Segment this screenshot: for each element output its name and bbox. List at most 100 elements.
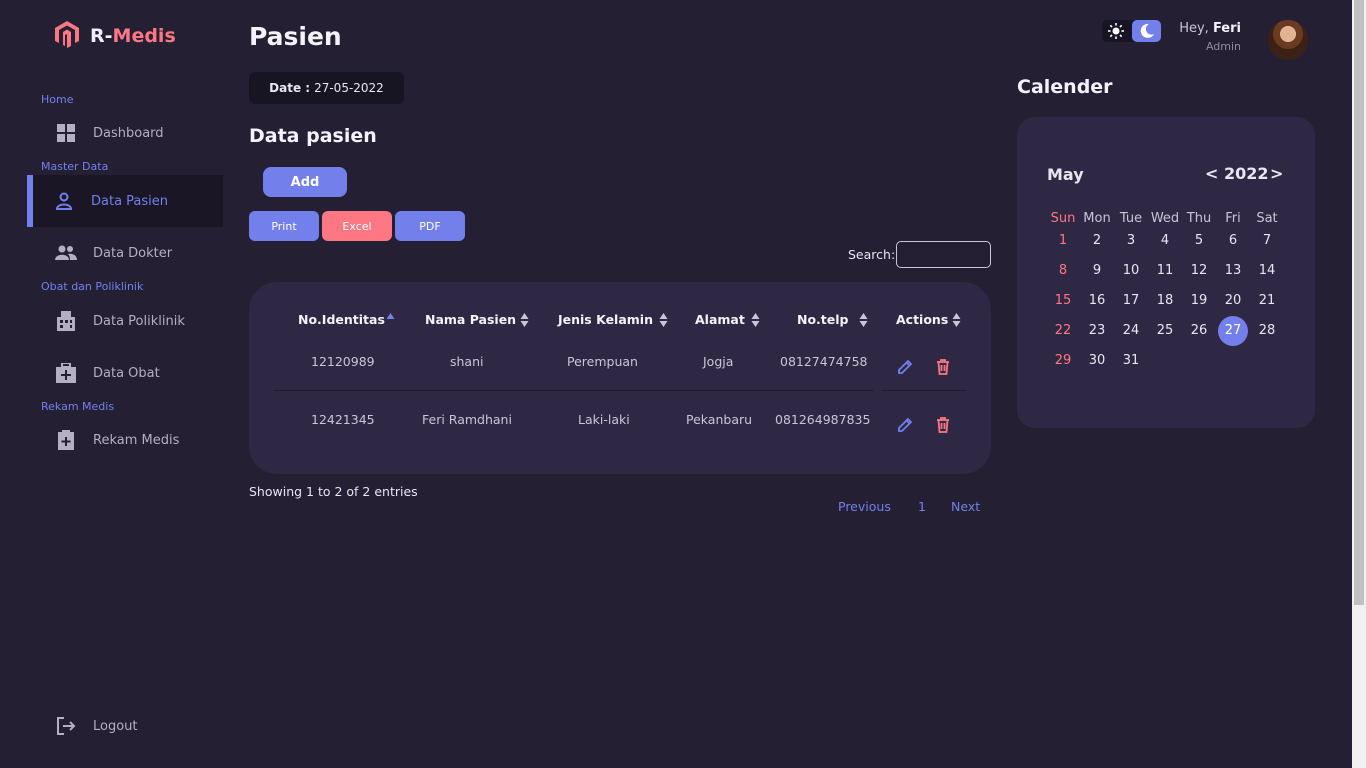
date-label: Date : — [269, 81, 311, 95]
calendar-day[interactable]: 31 — [1114, 346, 1148, 376]
calendar-day[interactable]: 22 — [1046, 316, 1080, 346]
edit-icon[interactable] — [896, 416, 914, 434]
calendar-day[interactable]: 18 — [1148, 286, 1182, 316]
sidebar-item-data-dokter[interactable]: Data Dokter — [27, 227, 223, 279]
sidebar-item-data-poliklinik[interactable]: Data Poliklinik — [27, 295, 223, 347]
moon-icon[interactable] — [1132, 20, 1161, 42]
calendar-day[interactable]: 16 — [1080, 286, 1114, 316]
brand-name: R-Medis — [90, 25, 176, 47]
sidebar-section-master: Master Data — [41, 160, 109, 173]
sidebar-item-label: Data Poliklinik — [93, 313, 185, 329]
person-icon — [53, 190, 75, 212]
calendar-day[interactable]: 14 — [1250, 256, 1284, 286]
sidebar-section-home: Home — [41, 93, 74, 106]
column-header-jenis-kelamin[interactable]: Jenis Kelamin — [558, 312, 653, 327]
calendar-month: May — [1047, 165, 1084, 184]
print-button[interactable]: Print — [249, 211, 319, 241]
calendar-day[interactable]: 4 — [1148, 226, 1182, 256]
calendar-day[interactable]: 25 — [1148, 316, 1182, 346]
sidebar-item-label: Data Obat — [93, 365, 160, 381]
row-divider — [882, 390, 966, 391]
building-icon — [55, 310, 77, 332]
medkit-icon — [55, 362, 77, 384]
scrollbar[interactable] — [1352, 0, 1366, 768]
calendar-day[interactable]: 11 — [1148, 256, 1182, 286]
excel-button[interactable]: Excel — [322, 211, 392, 241]
calendar-day[interactable]: 1 — [1046, 226, 1080, 256]
sidebar-item-data-obat[interactable]: Data Obat — [27, 347, 223, 399]
theme-toggle[interactable] — [1102, 20, 1161, 42]
calendar-prev-button[interactable]: < — [1205, 164, 1218, 183]
pdf-button[interactable]: PDF — [395, 211, 465, 241]
sort-icon[interactable] — [952, 312, 961, 328]
app-logo[interactable]: R-Medis — [54, 20, 176, 52]
medical-record-icon — [55, 429, 77, 451]
calendar-weekday: Sat — [1256, 211, 1278, 226]
calendar-day-today[interactable]: 27 — [1218, 316, 1248, 346]
calendar-day[interactable]: 8 — [1046, 256, 1080, 286]
cell-no-identitas: 12120989 — [311, 354, 375, 369]
section-title: Data pasien — [249, 125, 377, 147]
sort-asc-icon[interactable] — [386, 312, 395, 328]
scrollbar-thumb[interactable] — [1354, 0, 1364, 605]
calendar-next-button[interactable]: > — [1270, 164, 1283, 183]
search-input[interactable] — [896, 241, 991, 268]
calendar-year: 2022 — [1224, 164, 1269, 183]
calendar-day[interactable]: 29 — [1046, 346, 1080, 376]
add-button[interactable]: Add — [263, 167, 347, 197]
avatar[interactable] — [1268, 20, 1308, 60]
calendar-day[interactable]: 28 — [1250, 316, 1284, 346]
user-name: Feri — [1212, 21, 1241, 36]
pagination-next[interactable]: Next — [951, 499, 980, 514]
sort-icon[interactable] — [520, 312, 529, 328]
calendar-weekday: Wed — [1150, 211, 1180, 226]
cell-alamat: Pekanbaru — [686, 412, 753, 427]
pagination-previous[interactable]: Previous — [838, 499, 891, 514]
edit-icon[interactable] — [896, 358, 914, 376]
calendar-day[interactable]: 30 — [1080, 346, 1114, 376]
calendar-day[interactable]: 3 — [1114, 226, 1148, 256]
column-header-nama-pasien[interactable]: Nama Pasien — [425, 312, 516, 327]
sidebar: R-Medis Home Dashboard Master Data Data … — [0, 0, 232, 768]
column-header-actions[interactable]: Actions — [896, 312, 948, 327]
sidebar-item-rekam-medis[interactable]: Rekam Medis — [27, 414, 223, 466]
delete-icon[interactable] — [934, 358, 952, 376]
sidebar-item-data-pasien[interactable]: Data Pasien — [27, 175, 223, 227]
logout-button[interactable]: Logout — [27, 700, 223, 752]
column-header-alamat[interactable]: Alamat — [695, 312, 745, 327]
calendar-day[interactable]: 17 — [1114, 286, 1148, 316]
calendar-day[interactable]: 26 — [1182, 316, 1216, 346]
calendar-day[interactable]: 20 — [1216, 286, 1250, 316]
cell-no-telp: 08127474758 — [780, 354, 868, 369]
column-header-no-identitas[interactable]: No.Identitas — [298, 312, 385, 327]
sidebar-item-dashboard[interactable]: Dashboard — [27, 107, 223, 159]
calendar-day[interactable]: 6 — [1216, 226, 1250, 256]
calendar-title: Calender — [1017, 76, 1113, 98]
sidebar-item-label: Data Dokter — [93, 245, 173, 261]
calendar-day[interactable]: 19 — [1182, 286, 1216, 316]
sort-icon[interactable] — [659, 312, 668, 328]
calendar-day[interactable]: 10 — [1114, 256, 1148, 286]
calendar-day[interactable]: 5 — [1182, 226, 1216, 256]
calendar-day[interactable]: 23 — [1080, 316, 1114, 346]
calendar-weekday: Fri — [1225, 211, 1241, 226]
column-header-no-telp[interactable]: No.telp — [797, 312, 848, 327]
cell-nama-pasien: Feri Ramdhani — [422, 412, 512, 427]
calendar-day[interactable]: 15 — [1046, 286, 1080, 316]
cell-jenis-kelamin: Perempuan — [567, 354, 638, 369]
calendar-day[interactable]: 21 — [1250, 286, 1284, 316]
calendar-day[interactable]: 12 — [1182, 256, 1216, 286]
date-value: 27-05-2022 — [314, 81, 384, 95]
sun-icon[interactable] — [1106, 21, 1126, 41]
grid-icon — [55, 122, 77, 144]
calendar-day[interactable]: 13 — [1216, 256, 1250, 286]
calendar-weekday: Mon — [1083, 211, 1111, 226]
calendar-day[interactable]: 2 — [1080, 226, 1114, 256]
sort-icon[interactable] — [859, 312, 868, 328]
delete-icon[interactable] — [934, 416, 952, 434]
pagination-page-1[interactable]: 1 — [918, 499, 926, 514]
calendar-day[interactable]: 7 — [1250, 226, 1284, 256]
calendar-day[interactable]: 9 — [1080, 256, 1114, 286]
calendar-day[interactable]: 24 — [1114, 316, 1148, 346]
sort-icon[interactable] — [751, 312, 760, 328]
